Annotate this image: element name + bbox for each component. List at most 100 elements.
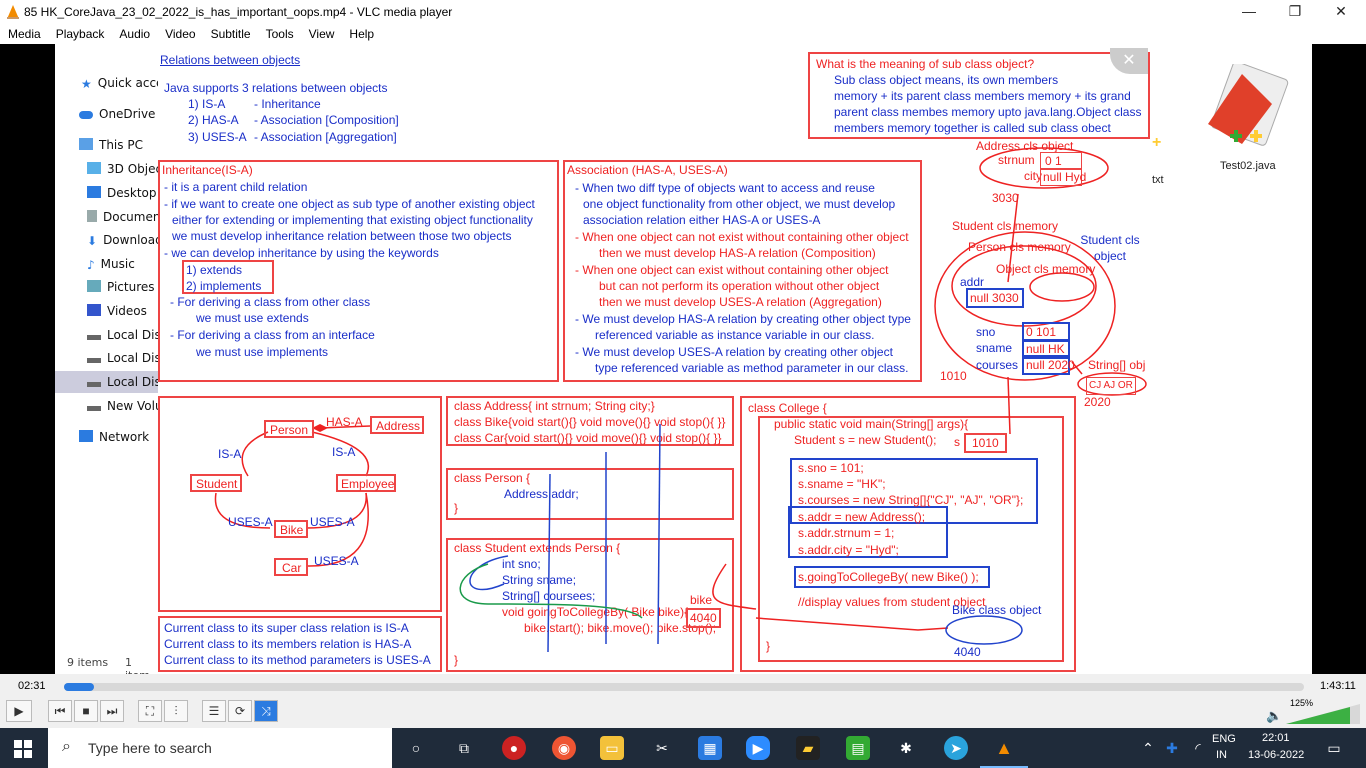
uml-label: Employee <box>341 477 395 491</box>
task-view-icon[interactable]: ⧉ <box>452 736 476 760</box>
nav-onedrive[interactable]: OneDrive <box>55 103 158 125</box>
windows-taskbar: ⌕ Type here to search ○ ⧉ ● ◉ ▭ ✂ ▦ ▶ ▰ … <box>0 728 1366 768</box>
extended-settings-icon[interactable]: ⫶ <box>164 700 188 722</box>
clock-date[interactable]: 13-06-2022 <box>1248 749 1304 761</box>
string-array-address: 2020 <box>1084 395 1111 409</box>
uml-label: Car <box>282 561 302 575</box>
zoom-icon[interactable]: ▶ <box>746 736 770 760</box>
code-line: class Student extends Person { <box>454 541 621 555</box>
status-selected-count: 1 item <box>125 656 150 674</box>
code-line: Student s = new Student(); <box>794 433 937 447</box>
seek-bar[interactable] <box>64 683 1304 691</box>
video-area[interactable]: ★Quick access OneDrive This PC 3D Object… <box>0 44 1366 674</box>
play-button[interactable]: ▶ <box>6 700 32 722</box>
nav-videos[interactable]: Videos <box>55 300 158 322</box>
clock-time[interactable]: 22:01 <box>1262 732 1290 744</box>
tray-plus-icon[interactable]: ✚ <box>1160 736 1184 760</box>
nav-music[interactable]: ♪ Music <box>55 253 158 275</box>
menu-video[interactable]: Video <box>157 24 202 41</box>
file-java-label[interactable]: Test02.java <box>1220 158 1276 174</box>
code-line: s.addr.strnum = 1; <box>798 526 895 540</box>
cortana-icon[interactable]: ○ <box>404 736 428 760</box>
code-line: s.sno = 101; <box>798 461 864 475</box>
nav-network[interactable]: Network <box>55 426 158 448</box>
telegram-icon[interactable]: ➤ <box>944 736 968 760</box>
courses-value: null 2020 <box>1022 355 1075 375</box>
inheritance-line: we must use implements <box>196 345 329 359</box>
nav-documents[interactable]: Documents <box>55 206 158 228</box>
language-code[interactable]: ENG <box>1212 733 1236 745</box>
sticky-notes-icon[interactable]: ▰ <box>796 736 820 760</box>
recorder-icon[interactable]: ● <box>502 736 526 760</box>
uml-car-node: Car <box>274 558 308 576</box>
nav-local-disk-c[interactable]: Local Disk <box>55 324 158 346</box>
nav-3d-objects[interactable]: 3D Objects <box>55 158 158 180</box>
speaker-icon[interactable]: 🔈 <box>1266 708 1282 724</box>
addr-value: null 3030 <box>966 288 1024 308</box>
snipping-tool-icon[interactable]: ✂ <box>650 736 674 760</box>
uml-label: HAS-A <box>326 415 363 429</box>
inheritance-line: - For deriving a class from other class <box>170 295 371 309</box>
menu-tools[interactable]: Tools <box>258 24 301 41</box>
code-line: void goingToCollegeBy( Bike bike){ <box>502 605 689 619</box>
nav-pictures[interactable]: Pictures <box>55 276 158 298</box>
title-bar: 85 HK_CoreJava_23_02_2022_is_has_importa… <box>0 0 1366 24</box>
loop-icon[interactable]: ⟳ <box>228 700 252 722</box>
nav-downloads[interactable]: ⬇Downloads <box>55 229 158 251</box>
menu-playback[interactable]: Playback <box>48 24 112 41</box>
association-line: type referenced variable as method param… <box>595 361 909 375</box>
nav-quick-access[interactable]: ★Quick access <box>55 72 158 94</box>
stop-icon[interactable]: ■ <box>74 700 98 722</box>
file-explorer-icon[interactable]: ▭ <box>600 736 624 760</box>
menu-media[interactable]: Media <box>0 24 48 41</box>
network-tray-icon[interactable]: ◜ <box>1186 736 1210 760</box>
minimize-button[interactable]: — <box>1226 0 1272 24</box>
inheritance-line: - it is a parent child relation <box>164 180 308 194</box>
next-icon[interactable]: ⏭ <box>100 700 124 722</box>
relation-2-desc: - Association [Composition] <box>254 113 399 127</box>
nav-local-disk-e[interactable]: Local Disk <box>55 371 158 393</box>
nav-desktop[interactable]: Desktop <box>55 182 158 204</box>
window-title: 85 HK_CoreJava_23_02_2022_is_has_importa… <box>24 5 453 19</box>
drive-icon <box>87 335 101 340</box>
notifications-icon[interactable]: ▭ <box>1322 736 1346 760</box>
taskbar-search[interactable]: ⌕ Type here to search <box>48 728 392 768</box>
code-line: } <box>766 639 771 653</box>
menu-view[interactable]: View <box>301 24 342 41</box>
menu-help[interactable]: Help <box>341 24 381 41</box>
association-box: Association (HAS-A, USES-A) - When two d… <box>563 160 922 382</box>
nav-this-pc[interactable]: This PC <box>55 134 158 156</box>
relation-1-desc: - Inheritance <box>254 97 321 111</box>
vlc-taskbar-icon[interactable]: ▲ <box>992 736 1016 760</box>
bug-app-icon[interactable]: ✱ <box>894 736 918 760</box>
uml-employee-node: Employee <box>336 474 396 492</box>
previous-icon[interactable]: ⏮ <box>48 700 72 722</box>
java-file-icon[interactable] <box>1202 61 1289 146</box>
sno-label: sno <box>976 325 996 339</box>
association-line: - When one object can not exist without … <box>575 230 909 244</box>
desktop-icon <box>87 186 101 198</box>
nav-local-disk-d[interactable]: Local Disk <box>55 347 158 369</box>
maximize-button[interactable]: ❐ <box>1272 0 1318 24</box>
shuffle-icon[interactable]: ⤨ <box>254 700 278 722</box>
subclass-line-3: parent class membes memory upto java.lan… <box>834 105 1142 119</box>
summary-line: Current class to its super class relatio… <box>164 621 409 635</box>
store-icon[interactable]: ▦ <box>698 736 722 760</box>
uml-label: USES-A <box>228 515 273 529</box>
fullscreen-icon[interactable]: ⛶ <box>138 700 162 722</box>
inheritance-line: - we can develop inheritance by using th… <box>164 246 439 260</box>
volume-slider[interactable]: 125% <box>1286 698 1360 724</box>
region-code[interactable]: IN <box>1216 749 1227 761</box>
close-button[interactable]: ✕ <box>1318 0 1364 24</box>
playlist-icon[interactable]: ☰ <box>202 700 226 722</box>
menu-audio[interactable]: Audio <box>111 24 157 41</box>
code-line: String[] coursees; <box>502 589 596 603</box>
nav-new-volume[interactable]: New Volume <box>55 395 158 417</box>
tray-chevron-icon[interactable]: ⌃ <box>1136 736 1160 760</box>
windows-start-icon[interactable] <box>14 740 32 758</box>
chrome-icon[interactable]: ◉ <box>552 736 576 760</box>
charts-app-icon[interactable]: ▤ <box>846 736 870 760</box>
menu-subtitle[interactable]: Subtitle <box>203 24 258 41</box>
uml-label: Student <box>196 477 238 491</box>
plus-icon: + <box>1152 134 1162 151</box>
